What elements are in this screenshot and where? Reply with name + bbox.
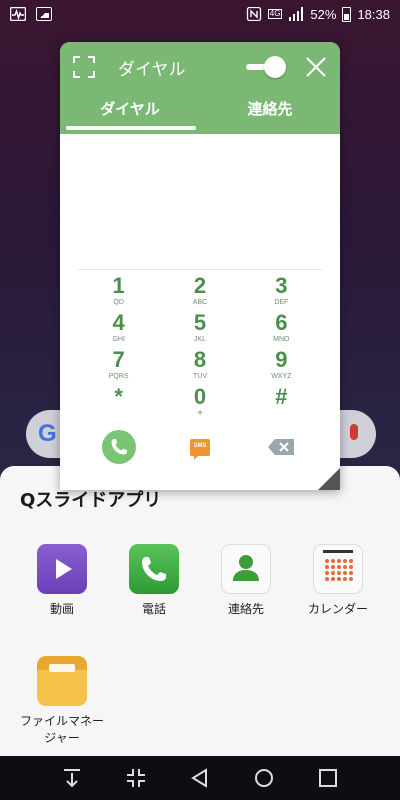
key-letters: DEF [274, 299, 289, 306]
slider-knob[interactable] [264, 56, 286, 78]
key-letters: WXYZ [271, 373, 292, 380]
app-label: 連絡先 [227, 602, 264, 616]
key-0[interactable]: 0 + [159, 385, 240, 422]
key-digit: * [114, 384, 123, 409]
key-letters: TUV [192, 373, 207, 380]
key-letters: GHI [112, 336, 125, 343]
signal-icon [289, 7, 304, 21]
home-icon [255, 769, 273, 787]
app-label: カレンダー [307, 602, 368, 616]
key-digit: 8 [193, 347, 207, 372]
video-icon [37, 544, 87, 594]
pull-down-icon [64, 769, 80, 788]
app-label: 電話 [141, 602, 166, 616]
close-icon[interactable] [304, 55, 328, 79]
back-button[interactable] [185, 763, 215, 793]
tab-contacts[interactable]: 連絡先 [200, 92, 340, 134]
key-letters: + [197, 408, 203, 419]
qslide-dialer-window[interactable]: ダイヤル ダイヤル 連絡先 1 QD 2 ABC 3 DEF 4 GHI 5 JKL 6M… [60, 42, 340, 490]
dialer-actions: SMS [60, 430, 340, 464]
key-digit: # [275, 384, 288, 409]
key-6[interactable]: 6 MNO [241, 311, 322, 348]
key-4[interactable]: 4 GHI [78, 311, 159, 348]
app-file-manager[interactable]: ファイルマネージャー [12, 656, 112, 747]
key-8[interactable]: 8 TUV [159, 348, 240, 385]
image-icon [36, 7, 52, 21]
folder-icon [37, 656, 87, 706]
call-button[interactable] [101, 430, 136, 464]
network-type: 4G [267, 9, 283, 19]
key-letters: MNO [273, 336, 290, 343]
key-digit: 7 [112, 347, 125, 372]
backspace-icon[interactable] [267, 438, 295, 456]
battery-percent: 52% [310, 6, 337, 22]
nfc-icon [246, 7, 261, 21]
app-calendar[interactable]: カレンダー [288, 544, 388, 618]
tab-indicator [66, 126, 196, 130]
qslide-app-sheet: Qスライドアプリ 動画 電話 連絡先 カレンダー ファイルマネージャー [0, 466, 400, 756]
key-9[interactable]: 9 WXYZ [241, 348, 322, 385]
app-phone[interactable]: 電話 [104, 544, 204, 618]
notification-pull-button[interactable] [57, 763, 87, 793]
status-bar: 4G 52% 18:38 [0, 0, 400, 28]
back-icon [191, 768, 207, 788]
keypad: 1 QD 2 ABC 3 DEF 4 GHI 5 JKL 6 MNO 7 PQRS 8 TUV … [60, 274, 340, 422]
phone-icon [111, 439, 127, 455]
key-hash[interactable]: # [241, 385, 322, 422]
key-7[interactable]: 7 PQRS [78, 348, 159, 385]
key-letters: QD [113, 299, 124, 306]
app-contacts[interactable]: 連絡先 [196, 544, 296, 618]
resize-handle[interactable] [318, 468, 340, 490]
recents-button[interactable] [313, 763, 343, 793]
collapse-icon [127, 769, 145, 787]
google-icon: G [38, 420, 57, 447]
clock: 18:38 [357, 6, 390, 22]
transparency-slider[interactable] [246, 56, 286, 78]
sms-button[interactable]: SMS [189, 438, 210, 460]
key-digit: 3 [275, 273, 288, 298]
battery-icon [342, 6, 352, 22]
key-letters: PQRS [108, 373, 129, 380]
key-letters: ABC [192, 299, 208, 306]
dual-window-button[interactable] [121, 763, 151, 793]
phone-icon [129, 544, 179, 594]
navigation-bar [0, 756, 400, 800]
app-label: 動画 [49, 602, 74, 616]
key-digit: 2 [193, 273, 207, 298]
app-video[interactable]: 動画 [12, 544, 112, 618]
activity-icon [10, 7, 26, 21]
number-display[interactable] [78, 134, 322, 270]
key-digit: 0 [193, 384, 207, 409]
key-2[interactable]: 2 ABC [159, 274, 240, 311]
window-header[interactable]: ダイヤル [60, 42, 340, 92]
key-star[interactable]: * [78, 385, 159, 422]
calendar-icon [313, 544, 363, 594]
dialer-tabs: ダイヤル 連絡先 [60, 92, 340, 134]
window-title: ダイヤル [118, 59, 186, 80]
key-1[interactable]: 1 QD [78, 274, 159, 311]
contacts-icon [221, 544, 271, 594]
key-3[interactable]: 3 DEF [241, 274, 322, 311]
app-label: ファイルマネージャー [19, 714, 104, 745]
mic-icon [350, 424, 358, 440]
key-digit: 9 [275, 347, 288, 372]
recents-icon [319, 769, 337, 787]
key-digit: 1 [112, 273, 125, 298]
key-5[interactable]: 5 JKL [159, 311, 240, 348]
key-digit: 6 [275, 310, 288, 335]
key-letters: JKL [193, 336, 207, 343]
fullscreen-icon[interactable] [72, 55, 96, 79]
home-button[interactable] [249, 763, 279, 793]
key-digit: 5 [193, 310, 207, 335]
key-digit: 4 [112, 310, 125, 335]
